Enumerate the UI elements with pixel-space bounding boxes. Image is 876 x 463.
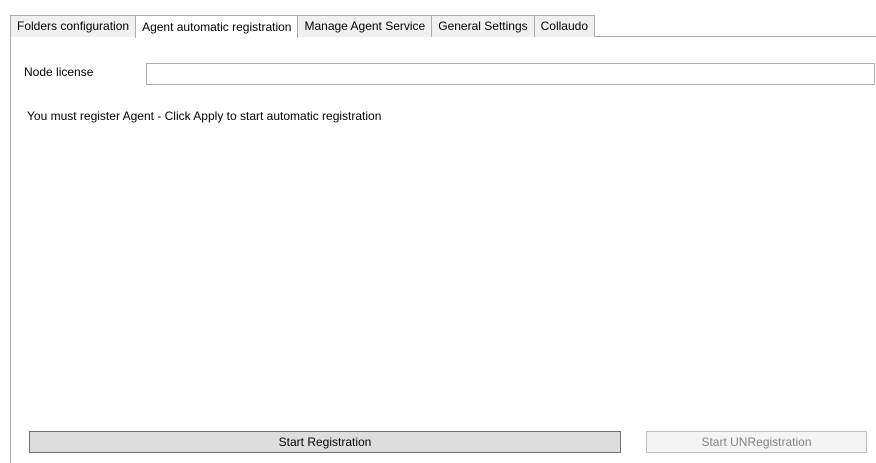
registration-status-message: You must register Agent - Click Apply to… bbox=[27, 109, 382, 123]
tab-agent-automatic-registration[interactable]: Agent automatic registration bbox=[135, 15, 299, 38]
tab-folders-configuration[interactable]: Folders configuration bbox=[10, 15, 137, 37]
tab-manage-agent-service[interactable]: Manage Agent Service bbox=[297, 15, 433, 37]
start-registration-button[interactable]: Start Registration bbox=[29, 431, 621, 453]
tab-general-settings[interactable]: General Settings bbox=[431, 15, 535, 37]
tab-strip: Folders configuration Agent automatic re… bbox=[10, 14, 595, 38]
tab-collaudo[interactable]: Collaudo bbox=[533, 15, 595, 37]
node-license-input[interactable] bbox=[146, 63, 875, 85]
registration-panel: Node license You must register Agent - C… bbox=[10, 36, 876, 463]
settings-window: Folders configuration Agent automatic re… bbox=[0, 0, 876, 463]
node-license-label: Node license bbox=[24, 65, 94, 79]
start-unregistration-button[interactable]: Start UNRegistration bbox=[646, 431, 867, 453]
